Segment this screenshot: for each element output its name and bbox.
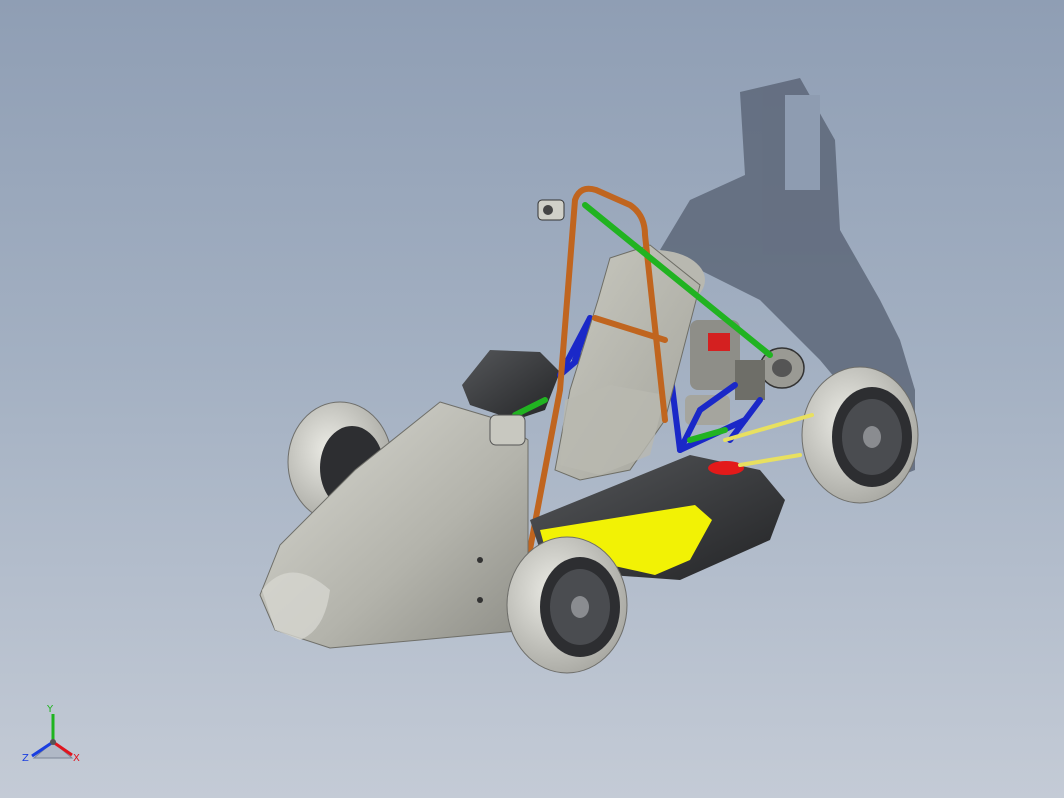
fuel-cap (708, 461, 744, 475)
left-sidepod (462, 350, 560, 420)
front-right-wheel[interactable] (506, 536, 628, 674)
y-axis-label: Y (46, 704, 54, 715)
x-axis-label: X (73, 753, 80, 764)
engine-red-part (708, 333, 730, 351)
top-sensor-unit (537, 199, 565, 221)
rear-right-wheel[interactable] (801, 366, 919, 504)
triad-origin (50, 739, 56, 745)
z-axis-label: Z (22, 753, 29, 764)
orientation-triad[interactable]: Y X Z (18, 700, 88, 770)
cad-viewport[interactable]: Y X Z (0, 0, 1064, 798)
race-car-model[interactable] (0, 0, 1064, 798)
